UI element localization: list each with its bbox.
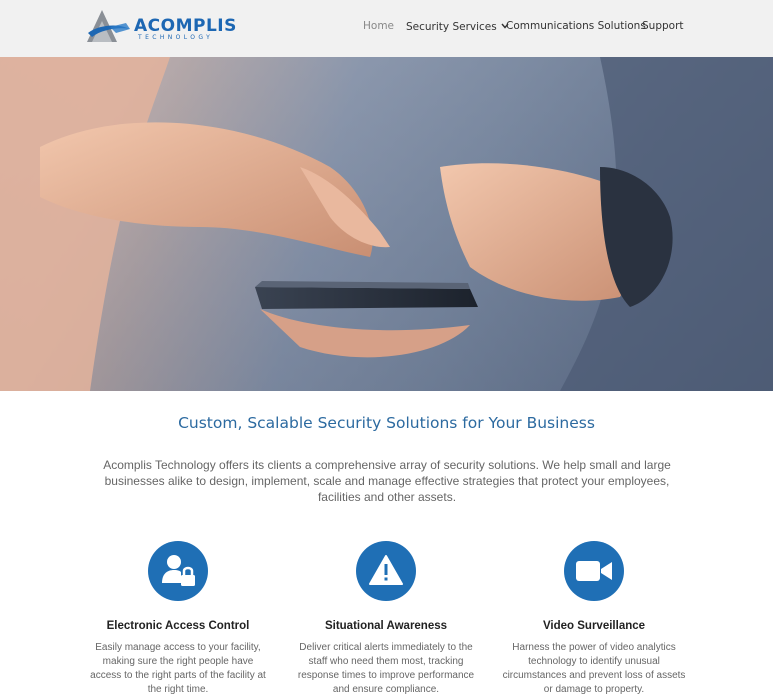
page-heading: Custom, Scalable Security Solutions for …: [178, 414, 595, 432]
nav-support[interactable]: Support: [642, 20, 684, 32]
nav-security-services-label: Security Services: [406, 21, 497, 33]
feature-electronic-access-control: Electronic Access Control Easily manage …: [78, 541, 278, 697]
video-camera-icon: [564, 541, 624, 601]
feature-title: Video Surveillance: [542, 620, 646, 632]
feature-title: Situational Awareness: [324, 620, 448, 632]
logo-tagline: TECHNOLOGY: [138, 34, 214, 41]
feature-title: Electronic Access Control: [106, 620, 250, 632]
nav-home[interactable]: Home: [363, 20, 394, 32]
feature-text: Deliver critical alerts immediately to t…: [297, 642, 475, 695]
warning-icon: [356, 541, 416, 601]
feature-text: Easily manage access to your facility, m…: [90, 642, 266, 695]
intro-text: Acomplis Technology offers its clients a…: [103, 458, 671, 504]
hero-image: [0, 57, 773, 391]
logo[interactable]: ACOMPLIS TECHNOLOGY: [86, 9, 236, 45]
user-lock-icon: [148, 541, 208, 601]
site-header: ACOMPLIS TECHNOLOGY Home Security Servic…: [0, 0, 773, 57]
feature-situational-awareness: Situational Awareness Deliver critical a…: [286, 541, 486, 697]
logo-triangle-icon: [87, 10, 130, 42]
nav-security-services[interactable]: Security Services: [406, 20, 509, 33]
hands-smartphone-illustration: [0, 57, 773, 391]
feature-text: Harness the power of video analytics tec…: [502, 642, 686, 695]
nav-communications-solutions[interactable]: Communications Solutions: [506, 20, 646, 32]
logo-wordmark: ACOMPLIS: [134, 16, 237, 36]
feature-video-surveillance: Video Surveillance Harness the power of …: [494, 541, 694, 697]
